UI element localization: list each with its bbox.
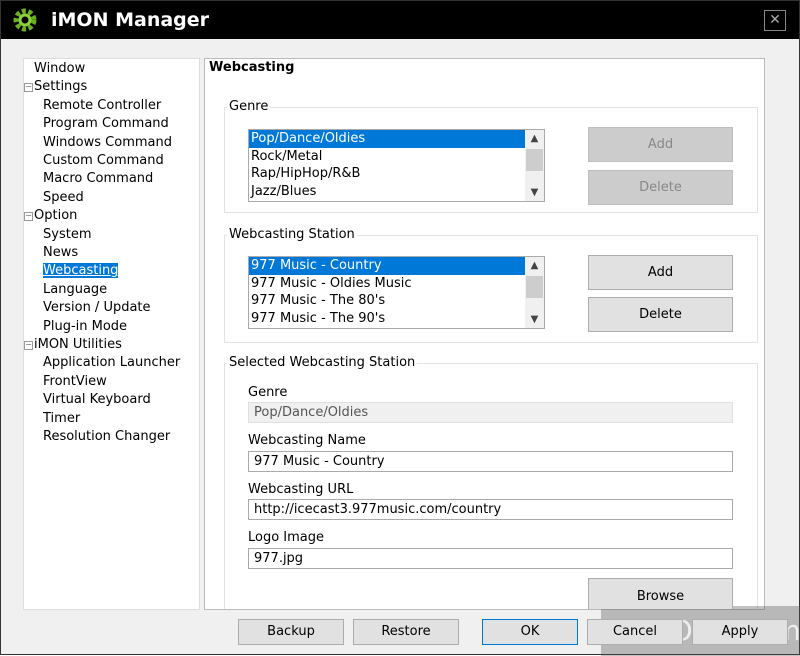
tree-item[interactable]: Virtual Keyboard [43, 391, 151, 409]
settings-tree[interactable]: Window − Settings Remote Controller Program … [23, 58, 200, 610]
tree-item-label: Resolution Changer [43, 429, 171, 444]
tree-item-label: Plug-in Mode [43, 318, 128, 334]
tree-item[interactable]: Application Launcher [43, 354, 180, 372]
tree-item-label: Remote Controller [43, 97, 162, 113]
imon-manager-window: iMON Manager ✕ Window − Settings Remote Con… [0, 0, 800, 656]
station-group-label: Webcasting Station [227, 227, 357, 242]
apply-button[interactable]: Apply [692, 619, 788, 645]
logo-field-label: Logo Image [248, 530, 325, 545]
tree-item[interactable]: FrontView [43, 373, 107, 391]
tree-item-label: Program Command [43, 116, 169, 132]
tree-item[interactable]: Version / Update [43, 299, 151, 317]
logo-image-input[interactable]: 977.jpg [248, 548, 733, 569]
tree-item-label: Custom Command [43, 153, 164, 168]
tree-item[interactable]: Remote Controller [43, 97, 161, 115]
genre-scrollbar[interactable]: ▲ ▼ [525, 130, 544, 201]
genre-listbox[interactable]: Pop/Dance/Oldies Rock/Metal Rap/HipHop/R&B… [248, 129, 545, 202]
collapse-icon[interactable]: − [24, 341, 33, 350]
tree-item-label: Windows Command [43, 134, 172, 150]
tree-item-label: System [43, 226, 92, 242]
list-item[interactable]: 977 Music - The 90's [249, 310, 525, 328]
genre-delete-button[interactable]: Delete [588, 170, 733, 205]
scroll-down-icon[interactable]: ▼ [525, 184, 544, 201]
scroll-up-icon[interactable]: ▲ [525, 257, 544, 274]
scroll-thumb[interactable] [526, 149, 543, 171]
tree-item-label: Option [34, 208, 78, 224]
tree-item[interactable]: Windows Command [43, 134, 172, 152]
tree-item-label: FrontView [43, 373, 107, 389]
webcasting-url-input[interactable]: http://icecast3.977music.com/country [248, 499, 733, 520]
tree-item[interactable]: Macro Command [43, 170, 153, 188]
tree-item-label: Speed [43, 189, 84, 205]
tree-item[interactable]: Resolution Changer [43, 428, 170, 446]
tree-item[interactable]: − Settings [24, 78, 88, 96]
genre-group-label: Genre [227, 99, 271, 114]
tree-item-label: Language [43, 281, 108, 297]
tree-item[interactable]: Plug-in Mode [43, 318, 127, 336]
ok-button[interactable]: OK [482, 619, 578, 645]
list-item[interactable]: 977 Music - Country [249, 257, 525, 275]
station-scrollbar[interactable]: ▲ ▼ [525, 257, 544, 328]
selected-group-label: Selected Webcasting Station [227, 355, 418, 370]
tree-item[interactable]: Window [34, 60, 85, 78]
scroll-thumb[interactable] [526, 276, 543, 298]
tree-item-label: Application Launcher [43, 355, 181, 371]
tree-item-label: Webcasting [43, 263, 119, 279]
tree-item[interactable]: Program Command [43, 115, 169, 133]
tree-item-label: Settings [34, 79, 88, 95]
list-item[interactable]: 977 Music - The 80's [249, 292, 525, 310]
name-field-label: Webcasting Name [248, 433, 366, 448]
gear-icon [13, 8, 37, 32]
url-field-label: Webcasting URL [248, 482, 354, 497]
tree-item-label: Virtual Keyboard [43, 392, 151, 408]
restore-button[interactable]: Restore [353, 619, 459, 645]
backup-button[interactable]: Backup [238, 619, 344, 645]
tree-item[interactable]: System [43, 226, 91, 244]
tree-item-label: Macro Command [43, 171, 154, 187]
webcasting-panel: Webcasting Genre Pop/Dance/Oldies Rock/Me… [204, 58, 765, 610]
station-add-button[interactable]: Add [588, 255, 733, 290]
genre-field-label: Genre [248, 385, 288, 400]
scroll-up-icon[interactable]: ▲ [525, 130, 544, 147]
browse-button[interactable]: Browse [588, 578, 733, 609]
cancel-button[interactable]: Cancel [587, 619, 683, 645]
tree-item[interactable]: Custom Command [43, 152, 164, 170]
genre-field: Pop/Dance/Oldies [248, 402, 733, 423]
genre-add-button[interactable]: Add [588, 127, 733, 162]
tree-item[interactable]: Webcasting [43, 262, 119, 280]
panel-title: Webcasting [209, 60, 295, 75]
tree-item[interactable]: Timer [43, 410, 80, 428]
list-item[interactable]: 977 Music - Oldies Music [249, 275, 525, 293]
list-item[interactable]: Rap/HipHop/R&B [249, 165, 525, 183]
webcasting-name-input[interactable]: 977 Music - Country [248, 451, 733, 472]
title-bar[interactable]: iMON Manager ✕ [1, 1, 799, 39]
tree-item-label: Timer [43, 410, 81, 426]
tree-item[interactable]: News [43, 244, 78, 262]
window-title: iMON Manager [51, 9, 210, 31]
scroll-down-icon[interactable]: ▼ [525, 311, 544, 328]
station-delete-button[interactable]: Delete [588, 297, 733, 332]
tree-item[interactable]: − Option [24, 207, 78, 225]
tree-item-label: iMON Utilities [34, 337, 122, 352]
list-item[interactable]: Pop/Dance/Oldies [249, 130, 525, 148]
close-button[interactable]: ✕ [764, 10, 786, 31]
collapse-icon[interactable]: − [24, 212, 33, 222]
tree-item[interactable]: − iMON Utilities [24, 336, 122, 354]
list-item[interactable]: Rock/Metal [249, 148, 525, 166]
tree-item-label: Window [34, 61, 86, 76]
tree-item-label: Version / Update [43, 300, 151, 316]
station-listbox[interactable]: 977 Music - Country 977 Music - Oldies Mu… [248, 256, 545, 329]
tree-item-label: News [43, 245, 79, 260]
collapse-icon[interactable]: − [24, 83, 33, 93]
tree-item[interactable]: Language [43, 281, 107, 299]
list-item[interactable]: Jazz/Blues [249, 183, 525, 201]
tree-item[interactable]: Speed [43, 189, 84, 207]
